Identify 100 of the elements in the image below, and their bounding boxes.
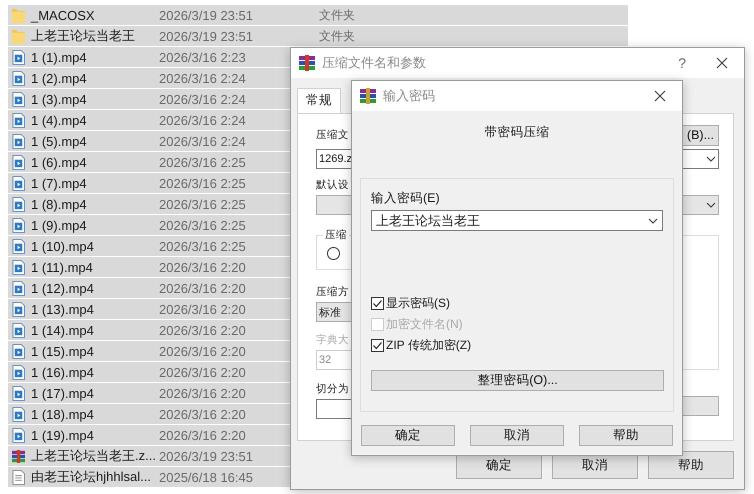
file-date: 2026/3/16 2:25 (159, 196, 246, 212)
video-file-icon (12, 280, 25, 296)
dialog-button[interactable]: 确定 (361, 425, 455, 446)
profile-label: 默认设 (316, 178, 349, 192)
file-name: 1 (17).mp4 (31, 386, 94, 400)
books-icon (299, 55, 315, 71)
help-button[interactable]: ? (678, 55, 686, 71)
video-file-icon (12, 406, 25, 422)
file-name: 1 (18).mp4 (31, 406, 94, 422)
file-name: _MACOSX (31, 8, 95, 22)
dictionary-label: 字典大 (316, 333, 349, 347)
books-icon (12, 448, 25, 464)
file-name: 1 (11).mp4 (31, 260, 93, 274)
file-date: 2026/3/16 2:24 (159, 92, 246, 106)
file-date: 2026/3/16 2:20 (159, 428, 246, 442)
checkbox[interactable] (371, 297, 384, 310)
password-field[interactable]: 上老王论坛当老王 (371, 210, 663, 231)
file-date: 2026/3/16 2:25 (159, 176, 246, 190)
video-file-icon (12, 196, 25, 212)
file-name: 1 (8).mp4 (31, 196, 87, 212)
file-date: 2026/3/16 2:20 (159, 322, 246, 338)
file-name: 1 (3).mp4 (31, 92, 87, 106)
tab[interactable]: 常规 (297, 88, 341, 113)
file-date: 2026/3/16 2:25 (159, 154, 246, 170)
video-file-icon (12, 176, 25, 190)
file-name: 1 (9).mp4 (31, 218, 87, 232)
file-date: 2025/6/18 16:45 (159, 470, 253, 484)
video-file-icon (12, 344, 25, 358)
file-date: 2026/3/19 23:51 (159, 8, 253, 22)
file-date: 2026/3/19 23:51 (159, 448, 253, 464)
folder-icon (12, 8, 25, 22)
video-file-icon (12, 92, 25, 106)
dialog-button[interactable]: 帮助 (579, 425, 673, 446)
file-date: 2026/3/16 2:20 (159, 364, 246, 380)
chevron-icon (706, 156, 716, 162)
file-name: 1 (6).mp4 (31, 154, 87, 170)
split-label: 切分为 (316, 382, 349, 396)
dialog-button[interactable]: 取消 (470, 425, 564, 446)
close-icon[interactable] (654, 90, 666, 102)
video-file-icon (12, 50, 25, 64)
file-date: 2026/3/16 2:23 (159, 50, 246, 64)
file-date: 2026/3/16 2:24 (159, 112, 246, 128)
file-type: 文件夹 (319, 6, 355, 24)
file-date: 2026/3/16 2:20 (159, 302, 246, 316)
window-title: 输入密码 (383, 87, 435, 105)
file-name: 1 (12).mp4 (31, 280, 94, 296)
video-file-icon (12, 70, 25, 86)
dialog-button[interactable]: 帮助 (648, 451, 734, 479)
file-name: 上老王论坛当老王 (31, 27, 135, 45)
checkbox[interactable] (371, 339, 384, 352)
file-row[interactable]: _MACOSX 2026/3/19 23:51 文件夹 (8, 5, 628, 25)
folder-icon (12, 28, 25, 44)
books-icon (360, 88, 376, 104)
file-name: 由老王论坛hjhhlsal... (31, 468, 151, 486)
file-name: 1 (13).mp4 (31, 302, 94, 316)
file-name: 上老王论坛当老王.z... (31, 447, 156, 465)
file-name: 1 (15).mp4 (31, 344, 94, 358)
file-date: 2026/3/16 2:20 (159, 406, 246, 422)
checkbox-label: 显示密码(S) (386, 295, 450, 312)
file-name: 1 (2).mp4 (31, 70, 87, 86)
video-file-icon (12, 112, 25, 128)
organize-button[interactable]: 整理密码(O)... (371, 370, 664, 391)
file-name: 1 (14).mp4 (31, 322, 94, 338)
checkbox-label: ZIP 传统加密(Z) (386, 337, 472, 354)
chevron-icon (648, 218, 658, 224)
dialog-heading: 带密码压缩 (484, 124, 550, 141)
file-date: 2026/3/16 2:25 (159, 218, 246, 232)
file-date: 2026/3/16 2:20 (159, 386, 246, 400)
file-date: 2026/3/19 23:51 (159, 28, 253, 44)
file-type: 文件夹 (319, 28, 355, 44)
file-name: 1 (4).mp4 (31, 112, 87, 128)
video-file-icon (12, 238, 25, 254)
file-name: 1 (19).mp4 (31, 428, 94, 442)
video-file-icon (12, 386, 25, 400)
file-name: 1 (5).mp4 (31, 134, 87, 148)
file-date: 2026/3/16 2:25 (159, 238, 246, 254)
window-title: 压缩文件名和参数 (322, 54, 426, 72)
checkbox-label: 加密文件名(N) (386, 316, 463, 333)
file-name: 1 (1).mp4 (31, 50, 87, 64)
method-label: 压缩方 (316, 285, 349, 299)
chevron-icon (706, 202, 716, 208)
file-row[interactable]: 上老王论坛当老王 2026/3/19 23:51 文件夹 (8, 26, 628, 46)
video-file-icon (12, 364, 25, 380)
file-date: 2026/3/16 2:20 (159, 260, 246, 274)
group-title: 压缩 (323, 228, 349, 242)
text-file-icon (12, 470, 25, 484)
video-file-icon (12, 428, 25, 442)
video-file-icon (12, 322, 25, 338)
close-icon[interactable] (716, 57, 728, 69)
video-file-icon (12, 134, 25, 148)
radio-button[interactable] (327, 247, 340, 260)
video-file-icon (12, 218, 25, 232)
video-file-icon (12, 154, 25, 170)
password-label: 输入密码(E) (371, 190, 440, 207)
file-date: 2026/3/16 2:24 (159, 134, 246, 148)
file-name: 1 (7).mp4 (31, 176, 87, 190)
file-name: 1 (16).mp4 (31, 364, 94, 380)
file-date: 2026/3/16 2:20 (159, 280, 246, 296)
file-date: 2026/3/16 2:24 (159, 70, 246, 86)
archive-name-label: 压缩文 (316, 128, 349, 142)
